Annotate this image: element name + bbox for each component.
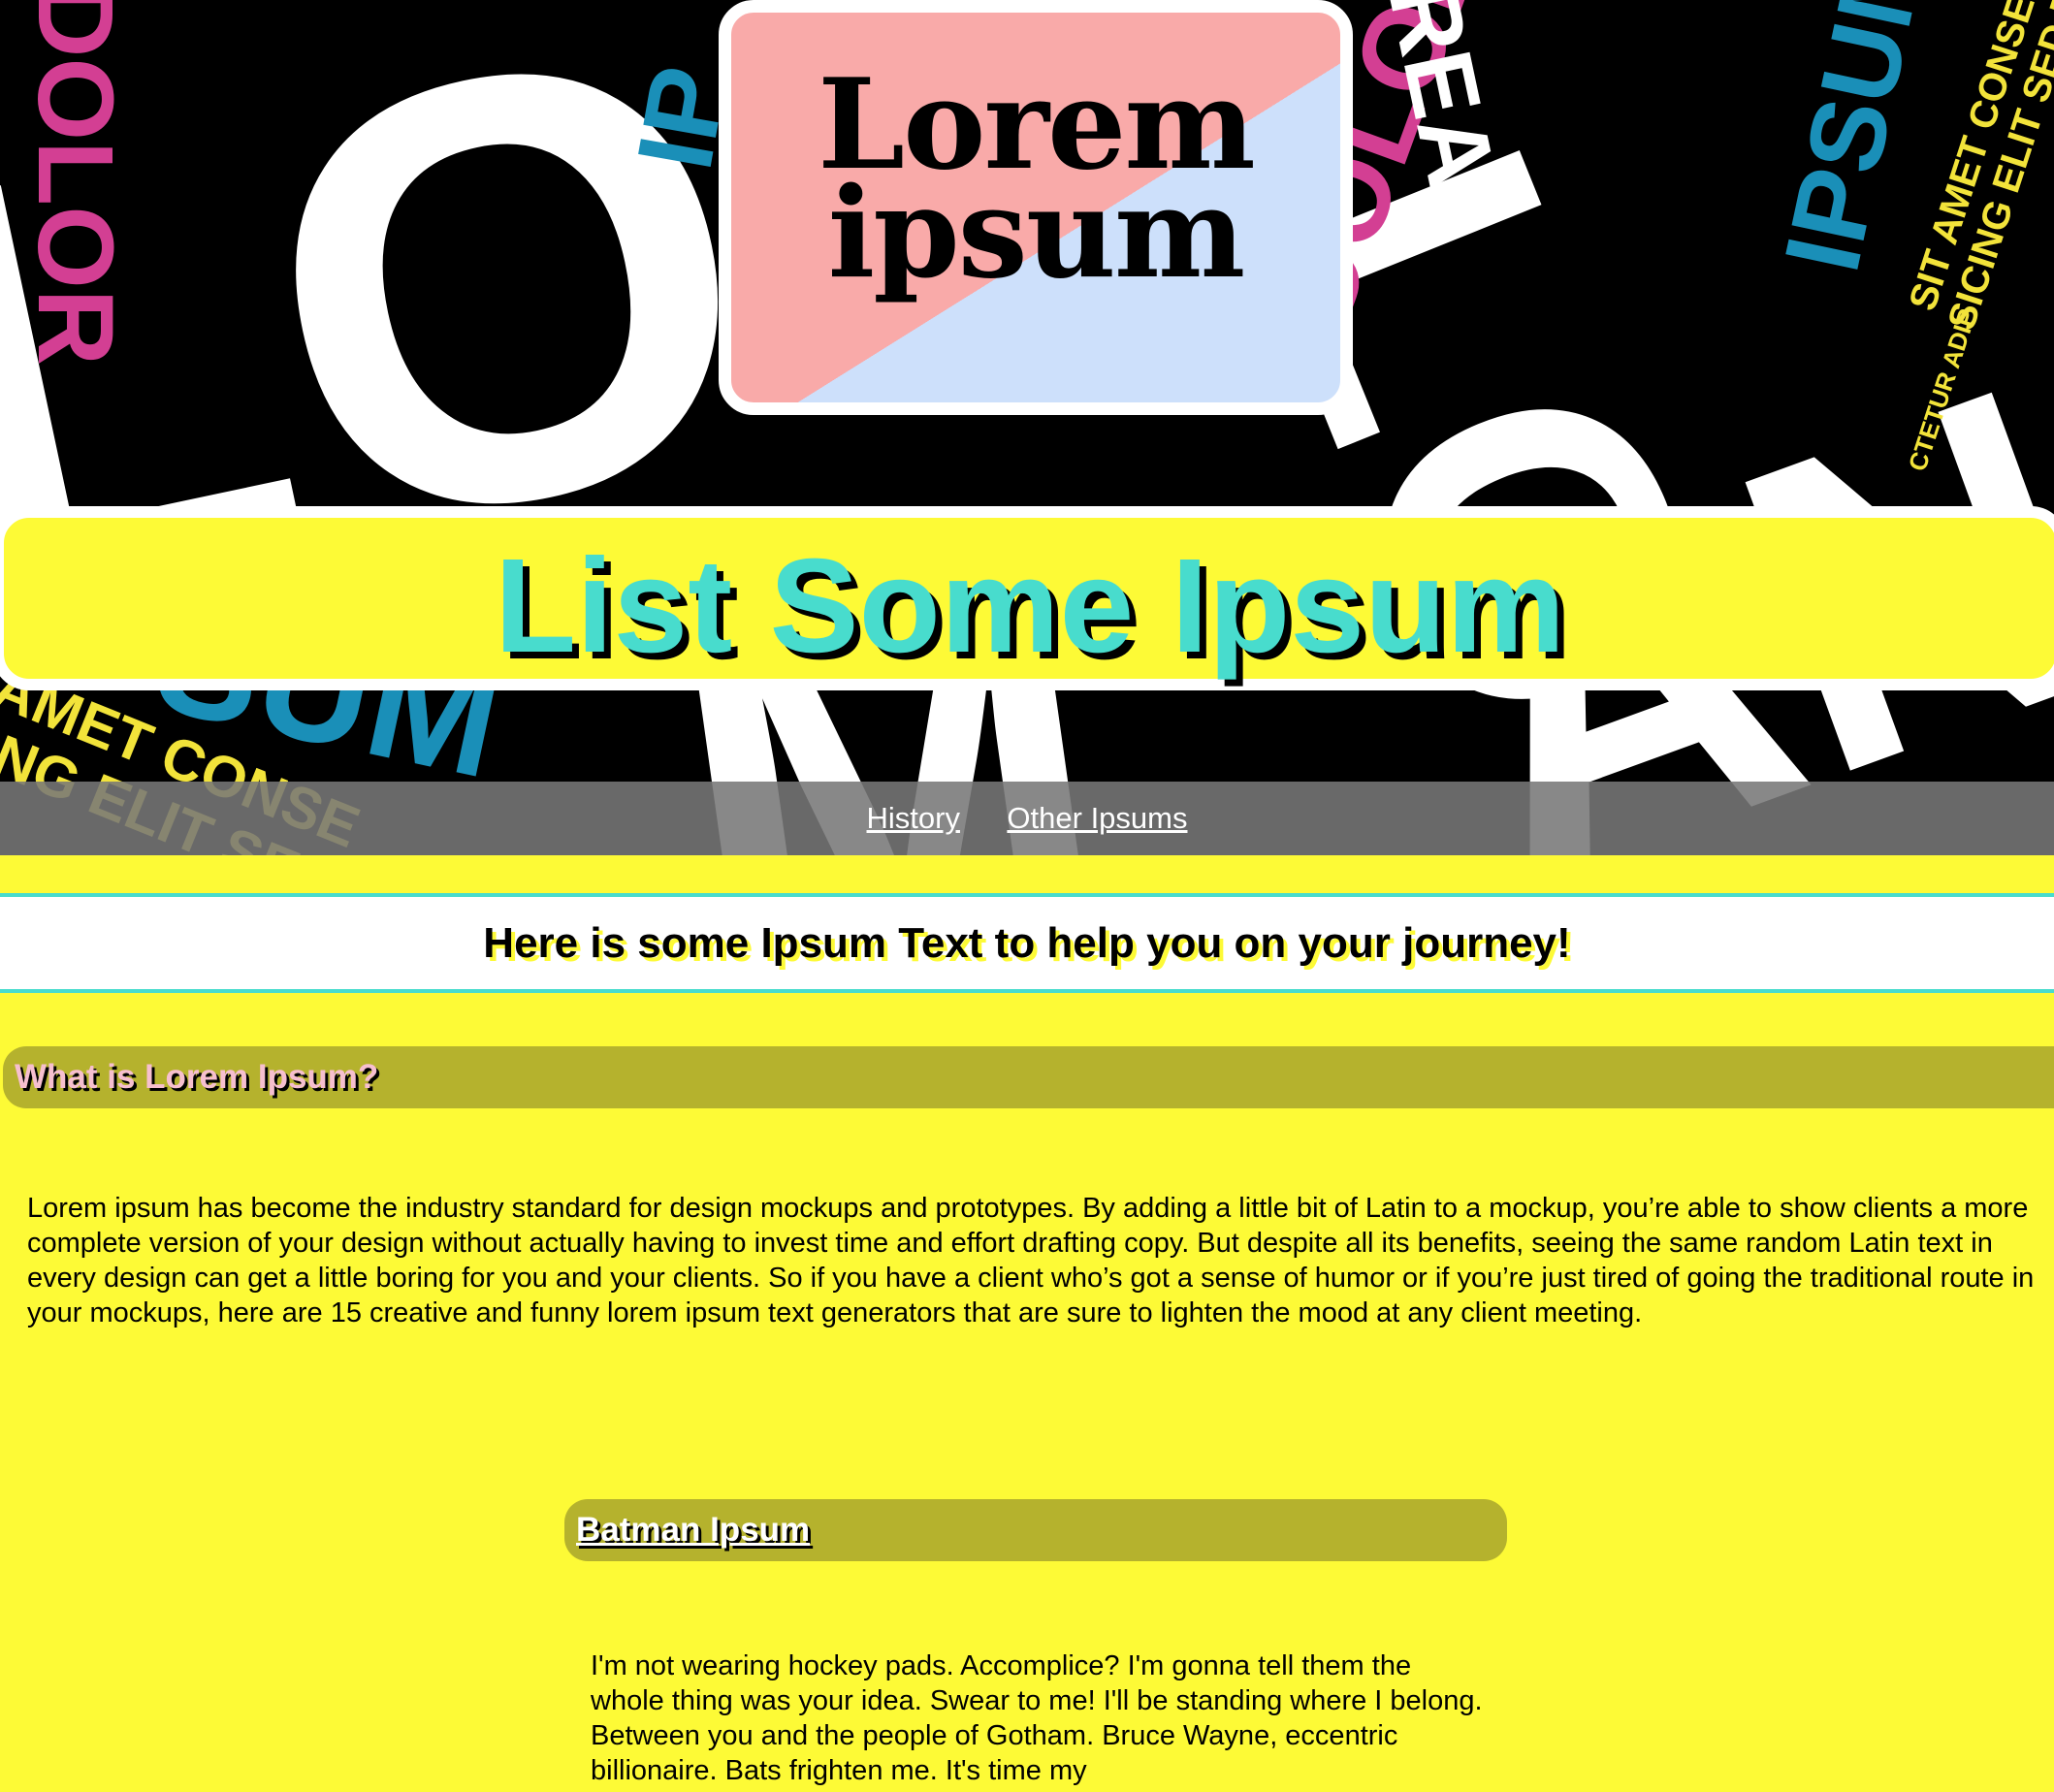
nav-link-other-ipsums[interactable]: Other Ipsums [1007,782,1187,855]
section-heading-what-is-lorem-ipsum: What is Lorem Ipsum? [3,1046,2054,1108]
tagline-band: Here is some Ipsum Text to help you on y… [0,893,2054,993]
batman-paragraph: I'm not wearing hockey pads. Accomplice?… [591,1650,1483,1786]
tagline: Here is some Ipsum Text to help you on y… [483,919,1571,967]
logo-text: Lorem ipsum [731,63,1340,296]
intro-paragraph: Lorem ipsum has become the industry stan… [27,1193,2035,1328]
batman-ipsum-link[interactable]: Batman Ipsum [576,1511,810,1549]
hero-banner: LO LO AN M DOLOR DOLOR IPSUM SUM AMET CO… [0,0,2054,855]
main-nav: History Other Ipsums [0,782,2054,855]
title-banner: List Some Ipsum [0,506,2054,690]
logo-card: Lorem ipsum [719,0,1353,415]
page-title: List Some Ipsum [494,531,1566,681]
section-heading-batman-ipsum: Batman Ipsum [564,1499,1507,1561]
nav-link-history[interactable]: History [867,782,960,855]
svg-text:DOLOR: DOLOR [16,0,135,366]
